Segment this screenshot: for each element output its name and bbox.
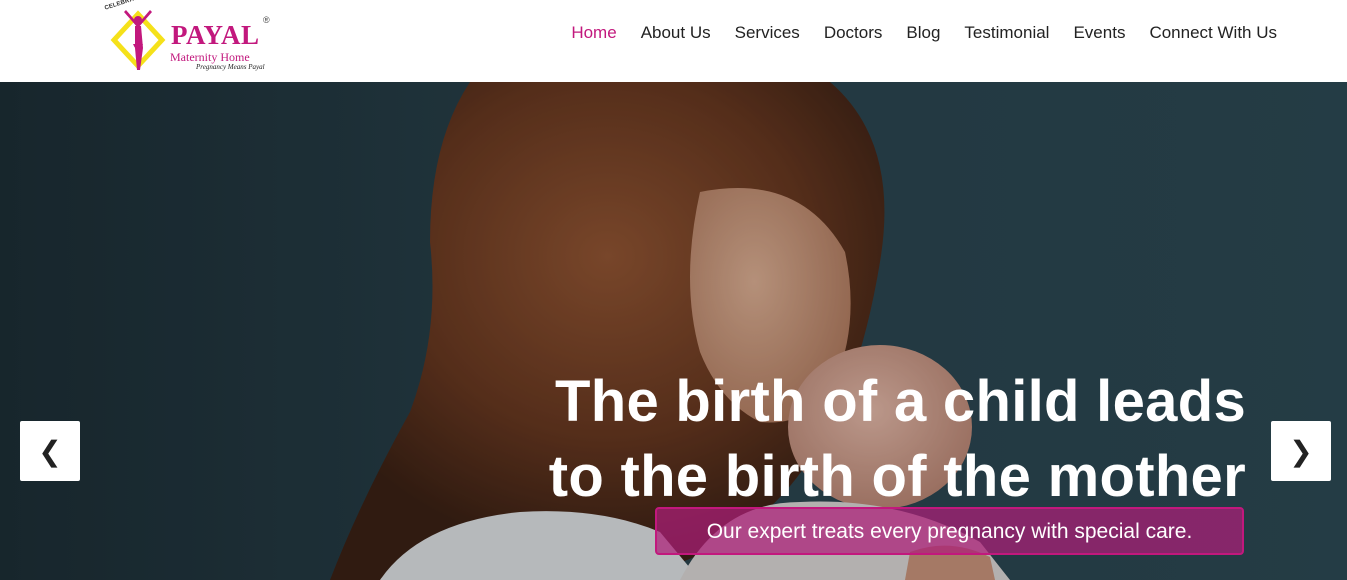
logo-subtitle: Maternity Home [170, 50, 250, 64]
nav-doctors[interactable]: Doctors [824, 23, 883, 43]
hero-headline-line-2: to the birth of the mother [548, 444, 1246, 509]
nav-events[interactable]: Events [1073, 23, 1125, 43]
logo-brand-name: PAYAL [171, 20, 260, 50]
slider-next-button[interactable]: ❯ [1271, 421, 1331, 481]
payal-logo[interactable]: CELEBRATING MOTHERHOOD PAYAL ® Maternity… [104, 0, 274, 76]
hero-headline: The birth of a child leads to the birth … [426, 364, 1246, 514]
hero-headline-line-1: The birth of a child leads [555, 369, 1246, 434]
chevron-left-icon: ❮ [38, 434, 62, 468]
hero-subline: Our expert treats every pregnancy with s… [655, 507, 1244, 555]
nav-blog[interactable]: Blog [906, 23, 940, 43]
nav-about-us[interactable]: About Us [641, 23, 711, 43]
site-header: CELEBRATING MOTHERHOOD PAYAL ® Maternity… [0, 0, 1347, 82]
logo-registered-mark: ® [263, 15, 270, 25]
nav-connect-with-us[interactable]: Connect With Us [1149, 23, 1277, 43]
logo-tagline: Pregnancy Means Payal [196, 63, 265, 71]
hero-slider: The birth of a child leads to the birth … [0, 82, 1347, 580]
chevron-right-icon: ❯ [1289, 434, 1313, 468]
logo-emblem-icon [110, 10, 166, 70]
nav-services[interactable]: Services [735, 23, 800, 43]
main-nav: Home About Us Services Doctors Blog Test… [571, 21, 1277, 45]
nav-testimonial[interactable]: Testimonial [964, 23, 1049, 43]
slider-prev-button[interactable]: ❮ [20, 421, 80, 481]
nav-home[interactable]: Home [571, 23, 616, 43]
